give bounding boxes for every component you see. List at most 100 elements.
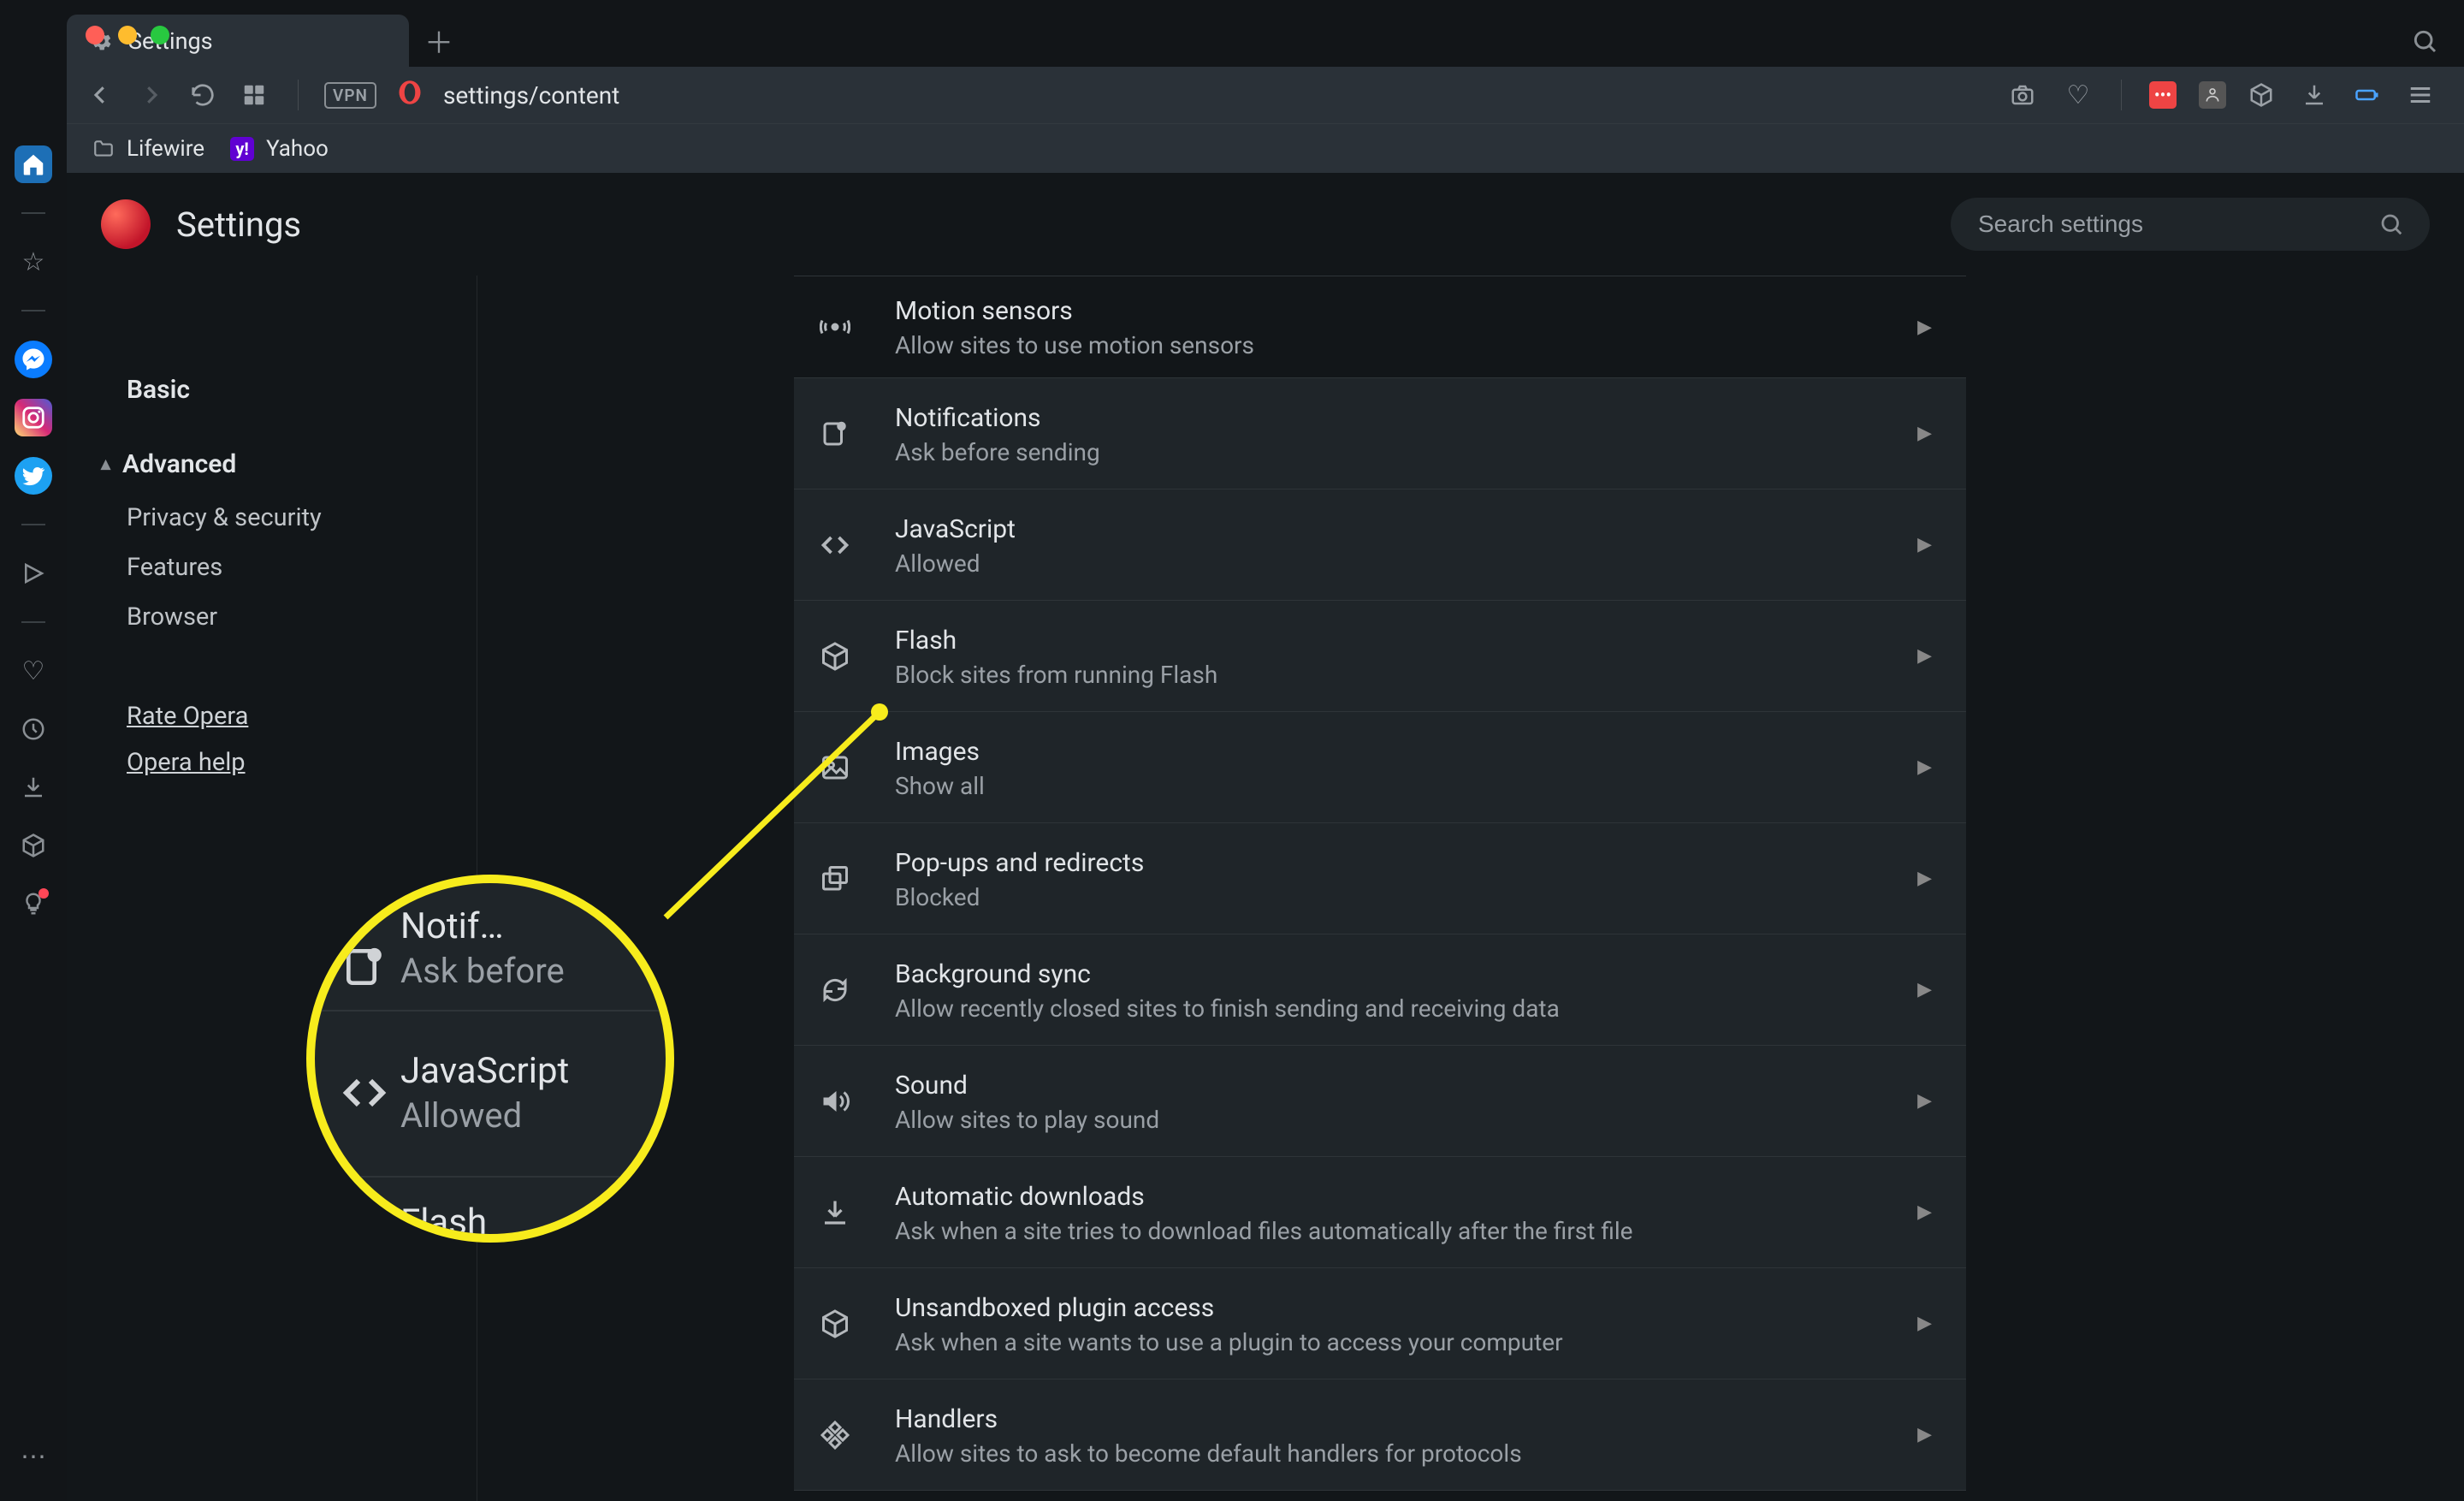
nav-features[interactable]: Features: [67, 543, 477, 592]
settings-search[interactable]: [1951, 198, 2430, 251]
rail-bookmarks-icon[interactable]: ☆: [15, 243, 52, 281]
toolbar-divider: [2121, 80, 2122, 110]
row-title: JavaScript: [895, 513, 1883, 546]
rail-play-icon[interactable]: [15, 555, 52, 592]
folder-icon: [92, 138, 115, 160]
rail-divider: [21, 524, 45, 525]
content-settings-list: Motion sensors Allow sites to use motion…: [794, 276, 1966, 1501]
download-icon: [820, 1197, 861, 1228]
row-title: Background sync: [895, 958, 1883, 991]
rail-divider: [21, 212, 45, 214]
chevron-right-icon: ▶: [1917, 1424, 1932, 1445]
page-header: Settings: [67, 173, 2464, 276]
tab-search-button[interactable]: [2411, 15, 2464, 67]
row-title: Images: [895, 735, 1883, 768]
bookmark-label: Yahoo: [266, 136, 329, 162]
extensions-cube-icon[interactable]: [2248, 82, 2279, 108]
battery-saver-icon[interactable]: [2354, 82, 2385, 108]
chevron-right-icon: ▶: [1917, 317, 1932, 338]
close-window-button[interactable]: [86, 26, 104, 44]
row-sub: Allow sites to ask to become default han…: [895, 1439, 1883, 1468]
notifications-icon: [820, 418, 861, 449]
bookmarks-bar: Lifewire y! Yahoo: [67, 123, 2464, 173]
bookmark-lifewire[interactable]: Lifewire: [92, 136, 204, 162]
magnifier-row-notifications: Notif… Ask before: [315, 875, 666, 1012]
image-icon: [820, 752, 861, 783]
row-sub: Allow sites to use motion sensors: [895, 331, 1883, 359]
chevron-right-icon: ▶: [1917, 534, 1932, 555]
row-title: Automatic downloads: [895, 1180, 1883, 1213]
rail-history-icon[interactable]: [15, 710, 52, 748]
row-unsandboxed-plugin[interactable]: Unsandboxed plugin access Ask when a sit…: [794, 1268, 1966, 1379]
popups-icon: [820, 863, 861, 894]
speed-dial-button[interactable]: [241, 82, 272, 108]
row-title: Unsandboxed plugin access: [895, 1291, 1883, 1325]
extension-lastpass-icon[interactable]: •••: [2149, 81, 2177, 109]
row-sub: Ask when a site tries to download files …: [895, 1217, 1883, 1245]
reload-button[interactable]: [190, 82, 221, 108]
chevron-right-icon: ▶: [1917, 645, 1932, 667]
window-controls: [86, 26, 169, 44]
rail-cube-icon[interactable]: [15, 827, 52, 864]
chevron-right-icon: ▶: [1917, 423, 1932, 444]
rail-divider: [21, 621, 45, 623]
nav-privacy[interactable]: Privacy & security: [67, 493, 477, 543]
vpn-badge[interactable]: VPN: [324, 82, 376, 109]
row-notifications[interactable]: Notifications Ask before sending ▶: [794, 378, 1966, 489]
code-icon: [820, 530, 861, 561]
row-title: Pop-ups and redirects: [895, 846, 1883, 880]
code-icon: [341, 1069, 400, 1117]
rail-more-icon[interactable]: ⋯: [15, 1438, 52, 1475]
settings-page: Settings Basic ▴ Advanced: [67, 173, 2464, 1501]
row-flash[interactable]: Flash Block sites from running Flash ▶: [794, 601, 1966, 712]
nav-basic[interactable]: Basic: [67, 361, 477, 418]
row-title: Handlers: [895, 1403, 1883, 1436]
bookmark-label: Lifewire: [127, 136, 204, 162]
toolbar: VPN settings/content ♡ •••: [67, 67, 2464, 123]
row-background-sync[interactable]: Background sync Allow recently closed si…: [794, 934, 1966, 1046]
back-button[interactable]: [87, 82, 118, 108]
rail-heart-icon[interactable]: ♡: [15, 652, 52, 690]
settings-search-input[interactable]: [1976, 210, 2378, 239]
rail-home-icon[interactable]: [15, 145, 52, 183]
nav-opera-help[interactable]: Opera help: [67, 739, 477, 786]
rail-messenger-icon[interactable]: [15, 341, 52, 378]
rail-instagram-icon[interactable]: [15, 399, 52, 436]
rail-lightbulb-icon[interactable]: [15, 885, 52, 923]
maximize-window-button[interactable]: [151, 26, 169, 44]
nav-rate-opera[interactable]: Rate Opera: [67, 693, 477, 739]
sound-icon: [820, 1086, 861, 1117]
row-sub: Allowed: [895, 549, 1883, 578]
tab-strip: Settings ＋: [67, 0, 2464, 67]
row-javascript[interactable]: JavaScript Allowed ▶: [794, 489, 1966, 601]
snapshot-button[interactable]: [2010, 82, 2040, 108]
easy-setup-button[interactable]: [2408, 82, 2438, 108]
chevron-right-icon: ▶: [1917, 1313, 1932, 1334]
rail-downloads-icon[interactable]: [15, 768, 52, 806]
minimize-window-button[interactable]: [118, 26, 137, 44]
row-sub: Block sites from running Flash: [895, 661, 1883, 689]
magnifier-row-javascript: JavaScript Allowed: [315, 1010, 666, 1178]
nav-browser[interactable]: Browser: [67, 592, 477, 642]
chevron-right-icon: ▶: [1917, 756, 1932, 778]
opera-url-icon: [397, 80, 423, 111]
row-automatic-downloads[interactable]: Automatic downloads Ask when a site trie…: [794, 1157, 1966, 1268]
rail-twitter-icon[interactable]: [15, 457, 52, 495]
extension-generic-icon[interactable]: [2199, 81, 2226, 109]
magnifier-row-flash: . Flash: [315, 1176, 666, 1243]
row-sub: Blocked: [895, 883, 1883, 911]
heart-button[interactable]: ♡: [2063, 80, 2094, 110]
row-motion-sensors[interactable]: Motion sensors Allow sites to use motion…: [794, 276, 1966, 378]
downloads-button[interactable]: [2301, 82, 2332, 108]
url-text[interactable]: settings/content: [443, 81, 619, 110]
row-popups[interactable]: Pop-ups and redirects Blocked ▶: [794, 823, 1966, 934]
sync-icon: [820, 975, 861, 1006]
new-tab-button[interactable]: ＋: [409, 15, 469, 67]
row-sound[interactable]: Sound Allow sites to play sound ▶: [794, 1046, 1966, 1157]
row-handlers[interactable]: Handlers Allow sites to ask to become de…: [794, 1379, 1966, 1491]
magnifier-callout: Notif… Ask before JavaScript Allowed: [306, 875, 674, 1243]
bookmark-yahoo[interactable]: y! Yahoo: [230, 136, 329, 162]
page-title: Settings: [176, 205, 301, 245]
row-images[interactable]: Images Show all ▶: [794, 712, 1966, 823]
nav-advanced[interactable]: ▴ Advanced: [67, 436, 477, 493]
